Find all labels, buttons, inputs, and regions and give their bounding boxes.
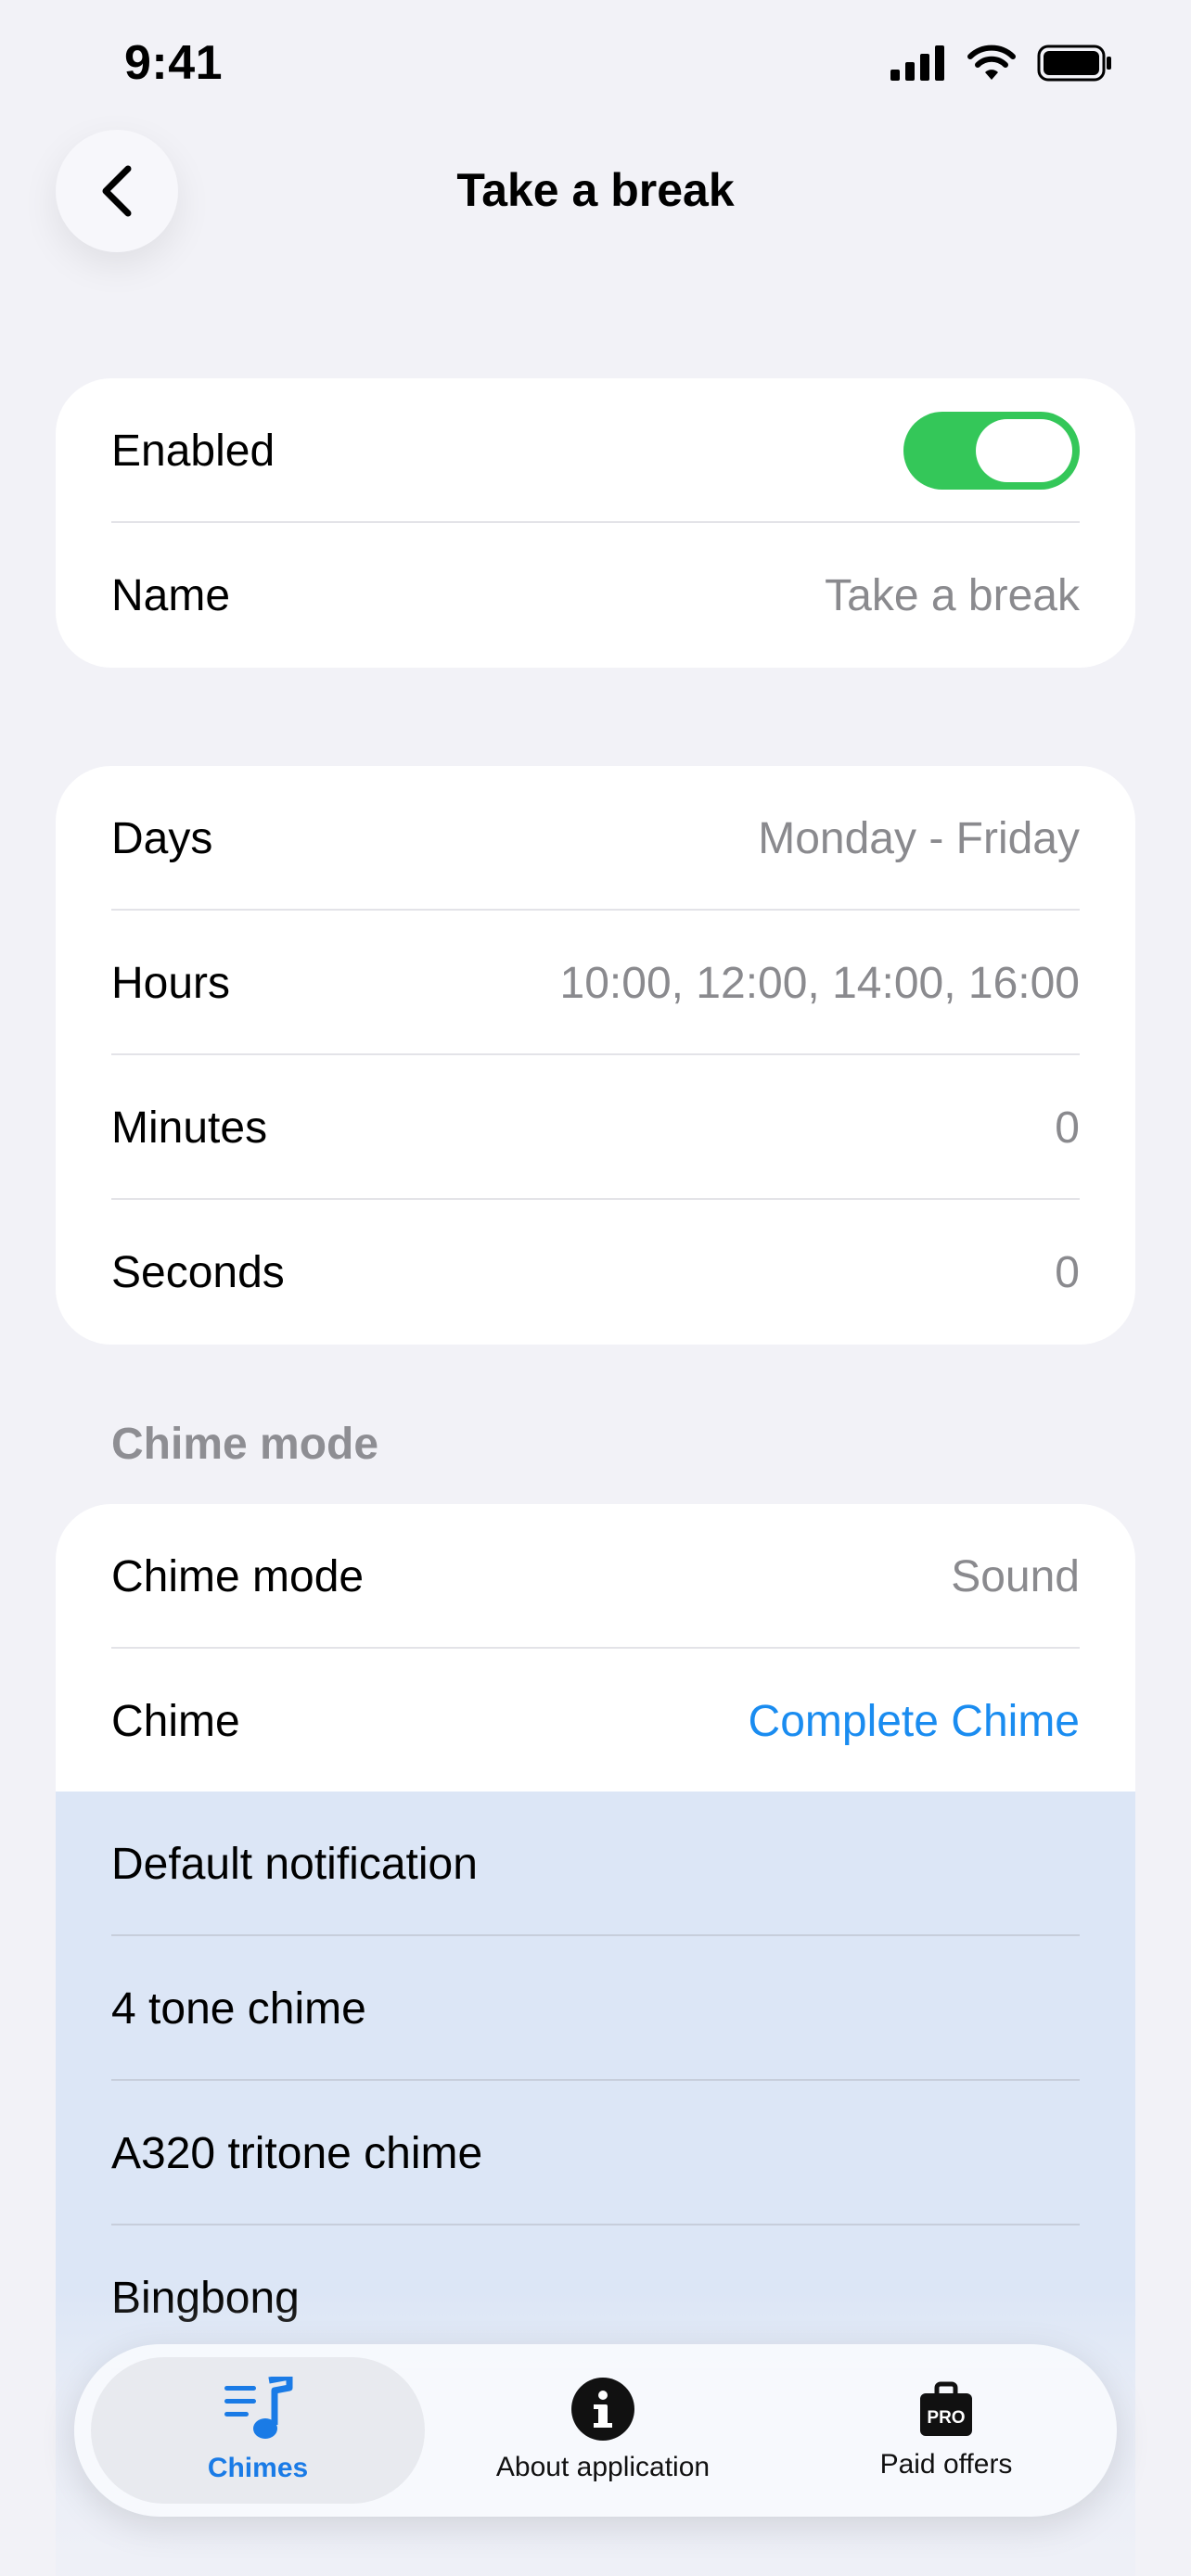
minutes-value: 0 [1055,1103,1080,1153]
chime-label: Chime [111,1696,240,1746]
tab-chimes[interactable]: Chimes [91,2357,425,2504]
chime-mode-value: Sound [951,1551,1080,1601]
chime-mode-label: Chime mode [111,1551,365,1601]
wifi-icon [967,45,1016,80]
minutes-row[interactable]: Minutes 0 [56,1055,1135,1200]
seconds-label: Seconds [111,1247,285,1297]
svg-text:PRO: PRO [927,2408,965,2428]
minutes-label: Minutes [111,1103,268,1153]
tab-about-label: About application [495,2452,711,2482]
cellular-signal-icon [890,45,944,81]
chime-option[interactable]: Default notification [56,1792,1135,1936]
pro-bag-icon: PRO [920,2381,972,2436]
name-row[interactable]: Name Take a break [56,523,1135,668]
hours-label: Hours [111,958,231,1008]
page-title: Take a break [456,164,735,216]
chime-option[interactable]: A320 tritone chime [56,2081,1135,2225]
chime-card: Chime mode Sound Chime Complete Chime [56,1504,1135,1793]
chime-row[interactable]: Chime Complete Chime [56,1649,1135,1793]
tab-paid-offers[interactable]: PRO Paid offers [779,2344,1113,2517]
tab-paid-offers-label: Paid offers [879,2449,1013,2480]
enabled-toggle[interactable] [903,412,1080,490]
schedule-card: Days Monday - Friday Hours 10:00, 12:00,… [56,766,1135,1345]
days-row[interactable]: Days Monday - Friday [56,766,1135,911]
general-card: Enabled Name Take a break [56,378,1135,668]
seconds-row[interactable]: Seconds 0 [56,1200,1135,1345]
tab-about[interactable]: About application [427,2344,779,2517]
enabled-label: Enabled [111,426,275,476]
name-value: Take a break [825,570,1080,620]
status-icons [890,45,1113,82]
chime-section-header: Chime mode [111,1420,379,1469]
music-list-icon [224,2377,293,2439]
chime-option[interactable]: 4 tone chime [56,1936,1135,2081]
status-time: 9:41 [124,36,224,90]
hours-row[interactable]: Hours 10:00, 12:00, 14:00, 16:00 [56,911,1135,1055]
days-value: Monday - Friday [758,813,1080,863]
battery-icon [1037,45,1111,82]
name-label: Name [111,570,231,620]
tab-chimes-label: Chimes [207,2453,309,2483]
chime-value: Complete Chime [748,1696,1080,1746]
status-bar: 9:41 [0,0,1191,130]
toggle-knob [976,419,1072,482]
seconds-value: 0 [1055,1247,1080,1297]
info-icon [571,2378,634,2441]
hours-value: 10:00, 12:00, 14:00, 16:00 [559,958,1080,1008]
days-label: Days [111,813,213,863]
tab-bar: Chimes About application PRO Paid offers [74,2344,1117,2517]
enabled-row: Enabled [56,378,1135,523]
chime-mode-row[interactable]: Chime mode Sound [56,1504,1135,1649]
